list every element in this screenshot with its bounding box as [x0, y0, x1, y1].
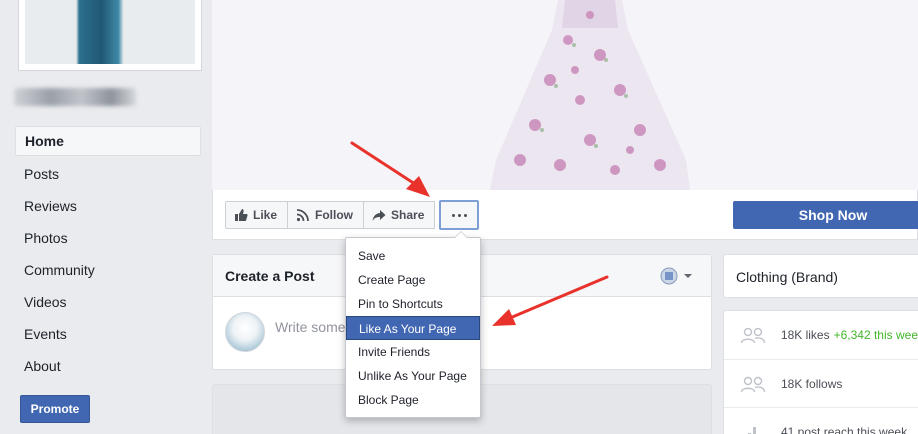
follow-button[interactable]: Follow — [287, 201, 365, 229]
more-options-dropdown: Save Create Page Pin to Shortcuts Like A… — [345, 231, 481, 418]
menu-item-unlike-as-your-page[interactable]: Unlike As Your Page — [346, 364, 480, 388]
action-button-group: Like Follow Share — [225, 200, 480, 230]
menu-item-save[interactable]: Save — [346, 244, 480, 268]
likes-stat-row[interactable]: 18K likes +6,342 this week — [724, 311, 918, 359]
share-arrow-icon — [372, 210, 386, 221]
shop-now-button[interactable]: Shop Now — [733, 201, 918, 229]
reach-stat-row[interactable]: 41 post reach this week — [724, 407, 918, 434]
nav-item-photos[interactable]: Photos — [15, 222, 201, 254]
nav-item-home[interactable]: Home — [15, 126, 201, 156]
reach-count: 41 post reach this week — [781, 424, 908, 434]
page-nav: Home Posts Reviews Photos Community Vide… — [15, 126, 201, 382]
create-post-title: Create a Post — [225, 267, 315, 284]
nav-item-about[interactable]: About — [15, 350, 201, 382]
bar-chart-icon — [748, 426, 756, 434]
menu-item-block-page[interactable]: Block Page — [346, 388, 480, 412]
people-icon — [740, 327, 766, 344]
like-button[interactable]: Like — [225, 201, 289, 229]
follow-label: Follow — [315, 208, 354, 222]
nav-item-community[interactable]: Community — [15, 254, 201, 286]
share-button[interactable]: Share — [363, 201, 436, 229]
share-label: Share — [391, 208, 425, 222]
follows-count: 18K follows — [781, 376, 843, 391]
menu-item-invite-friends[interactable]: Invite Friends — [346, 340, 480, 364]
nav-item-reviews[interactable]: Reviews — [15, 190, 201, 222]
chevron-down-icon — [684, 273, 692, 278]
menu-item-create-page[interactable]: Create Page — [346, 268, 480, 292]
likes-growth: +6,342 this week — [833, 328, 918, 342]
like-label: Like — [253, 208, 278, 222]
cover-photo[interactable] — [212, 0, 918, 190]
menu-item-like-as-your-page[interactable]: Like As Your Page — [346, 316, 480, 340]
likes-count: 18K likes — [780, 328, 830, 342]
ellipsis-icon — [451, 213, 467, 217]
about-card: Clothing (Brand) — [723, 254, 918, 298]
post-as-selector[interactable] — [660, 267, 693, 285]
dress-illustration — [490, 0, 690, 190]
more-options-button[interactable] — [439, 200, 480, 230]
page-action-bar: Like Follow Share Shop Now — [212, 190, 918, 240]
page-name-redacted — [14, 88, 136, 106]
thumbs-up-icon — [235, 209, 248, 221]
page-category[interactable]: Clothing (Brand) — [736, 269, 838, 285]
community-stats-card: 18K likes +6,342 this week 18K follows 4… — [723, 310, 918, 434]
menu-item-pin-to-shortcuts[interactable]: Pin to Shortcuts — [346, 292, 480, 316]
nav-item-posts[interactable]: Posts — [15, 158, 201, 190]
user-avatar — [225, 312, 265, 352]
page-avatar-icon — [660, 267, 678, 284]
promote-button[interactable]: Promote — [20, 395, 90, 423]
follows-stat-row[interactable]: 18K follows — [724, 359, 918, 407]
profile-picture-image — [25, 0, 195, 64]
nav-item-events[interactable]: Events — [15, 318, 201, 350]
profile-picture[interactable] — [18, 0, 202, 71]
followers-icon — [740, 376, 766, 392]
post-composer-input[interactable]: Write some — [275, 319, 346, 335]
rss-follow-icon — [296, 209, 309, 222]
nav-item-videos[interactable]: Videos — [15, 286, 201, 318]
